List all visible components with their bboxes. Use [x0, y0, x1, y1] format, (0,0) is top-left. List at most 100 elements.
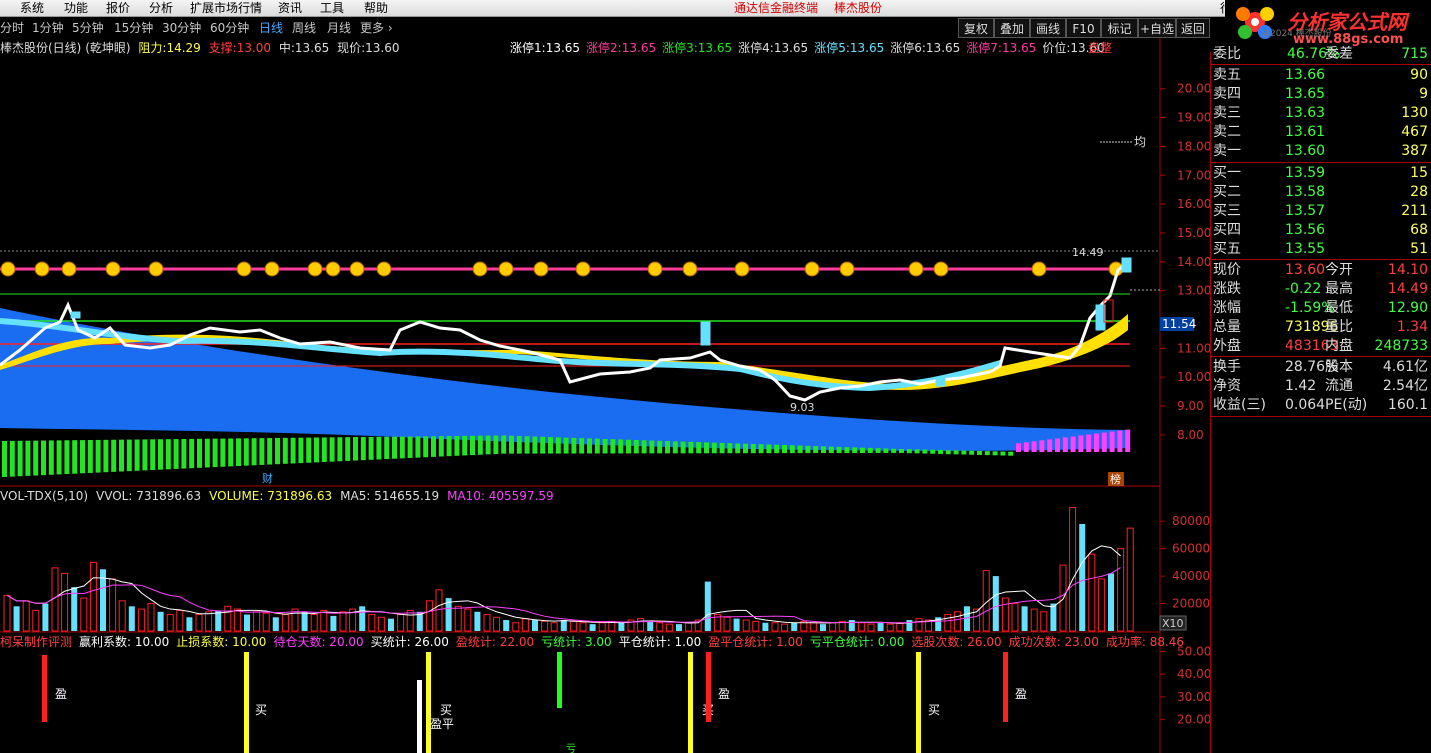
menu-item-7[interactable]: 帮助 [364, 0, 388, 17]
bid-label-2: 买三 [1213, 203, 1241, 219]
green-bar [251, 438, 257, 466]
system-field-6: 亏统计: 3.00 [541, 635, 612, 649]
green-bar [516, 436, 522, 454]
toolbar-button-0[interactable]: 复权 [958, 18, 994, 38]
limit-value-6: 13.65 [1001, 41, 1037, 55]
green-bar [953, 450, 959, 455]
toolbar-button-6[interactable]: 返回 [1176, 18, 1210, 38]
stat2-row-0: 换手 28.76% 股本 4.61亿 [1211, 358, 1431, 377]
volume-bar [137, 608, 145, 632]
price-axis-label-8: 11.00 [1177, 341, 1210, 355]
volume-bar [647, 621, 654, 631]
green-bar [407, 436, 413, 458]
timeframe-tab-5[interactable]: 60分钟 [210, 20, 249, 36]
vol-ma10: MA10: 405597.59 [447, 489, 554, 503]
ask-price-0: 13.66 [1285, 67, 1326, 83]
volume-bar [781, 623, 789, 632]
toolbar-button-1[interactable]: 叠加 [994, 18, 1030, 38]
vol-ma5-line [6, 545, 1121, 624]
toolbar-button-5[interactable]: +自选 [1138, 18, 1176, 38]
volume-bar [377, 616, 385, 632]
menu-item-2[interactable]: 报价 [106, 0, 130, 17]
toolbar-button-2[interactable]: 画线 [1030, 18, 1066, 38]
green-bar [587, 438, 592, 454]
timeframe-tab-0[interactable]: 分时 [0, 20, 24, 36]
green-bar [353, 437, 358, 461]
green-bar [33, 440, 39, 476]
green-bar [446, 436, 452, 457]
stat-row-3: 总量 731896 量比 1.34 [1211, 318, 1431, 337]
bid-label-4: 买五 [1213, 241, 1241, 257]
green-bar [711, 442, 717, 454]
signal-bar-5 [688, 652, 693, 753]
magenta-bar [1047, 439, 1053, 452]
green-bar [501, 435, 507, 454]
green-bar [797, 445, 803, 454]
signal-bar-3 [417, 680, 422, 753]
menu-item-1[interactable]: 功能 [64, 0, 88, 17]
volume-bar [483, 614, 491, 632]
green-bar [423, 436, 429, 458]
green-bar [314, 437, 319, 463]
signal-label-7: 买 [928, 703, 940, 717]
limit-value-1: 13.65 [621, 41, 657, 55]
stat-value-b-0: 14.10 [1387, 262, 1428, 278]
timeframe-tab-1[interactable]: 1分钟 [32, 20, 64, 36]
sep-line [1211, 356, 1431, 357]
timeframe-tab-9[interactable]: 更多 › [360, 20, 393, 36]
menu-item-4[interactable]: 扩展市场行情 [190, 0, 262, 17]
stat2-row-1: 净资 1.42 流通 2.54亿 [1211, 377, 1431, 396]
volume-bar [195, 614, 203, 632]
coin-marker [349, 261, 365, 277]
magenta-bar [1086, 434, 1092, 452]
timeframe-tab-3[interactable]: 15分钟 [114, 20, 153, 36]
toolbar-button-3[interactable]: F10 [1066, 18, 1101, 38]
timeframe-tab-4[interactable]: 30分钟 [162, 20, 201, 36]
magenta-bar [1070, 436, 1076, 452]
green-bar [25, 440, 31, 476]
coin-marker [236, 261, 252, 277]
volume-bar [310, 614, 318, 632]
magenta-bar [1062, 437, 1068, 452]
green-bar [867, 447, 873, 454]
logo-caption: @2024 棒杰股份 [1261, 29, 1332, 39]
volume-bar [464, 608, 472, 632]
timeframe-tab-7[interactable]: 周线 [292, 20, 316, 36]
volume-bar [1040, 611, 1048, 632]
green-bar [181, 438, 187, 469]
menu-item-5[interactable]: 资讯 [278, 0, 302, 17]
vol-axis-label-3: 20000 [1172, 597, 1210, 611]
limit-value-5: 13.65 [925, 41, 961, 55]
stat-row-4: 外盘 483163 内盘 248733 [1211, 337, 1431, 356]
stat-value-b-2: 12.90 [1387, 300, 1428, 316]
volume-bar [493, 616, 501, 632]
webi-label: 委比 [1213, 46, 1241, 62]
price-axis-label-2: 18.00 [1177, 139, 1210, 153]
bid-vol-3: 68 [1410, 222, 1428, 238]
green-bar [321, 437, 327, 462]
volume-bar [829, 622, 837, 632]
volume-bar [1011, 603, 1019, 632]
green-bar [657, 440, 663, 454]
menu-item-3[interactable]: 分析 [149, 0, 173, 17]
timeframe-tab-2[interactable]: 5分钟 [72, 20, 104, 36]
green-bar [579, 438, 585, 454]
price-axis-label-4: 16.00 [1177, 197, 1210, 211]
volume-bar [22, 600, 30, 632]
stat-label-a-2: 涨幅 [1213, 300, 1241, 316]
green-bar [633, 439, 639, 454]
price-axis-label-10: 9.00 [1177, 399, 1204, 413]
menu-item-0[interactable]: 系统 [20, 0, 44, 17]
stat2-value-b-2: 160.1 [1387, 397, 1428, 413]
green-bar [860, 447, 865, 454]
volume-bar [809, 622, 817, 632]
menu-item-6[interactable]: 工具 [320, 0, 344, 17]
volume-bar [118, 600, 126, 632]
sys-axis-label-2: 30.00 [1177, 690, 1210, 704]
green-bar [95, 439, 101, 473]
toolbar-button-4[interactable]: 标记 [1101, 18, 1138, 38]
bid-price-1: 13.58 [1285, 184, 1326, 200]
timeframe-tab-8[interactable]: 月线 [327, 20, 351, 36]
green-bar [766, 444, 772, 454]
timeframe-tab-6[interactable]: 日线 [259, 20, 283, 36]
